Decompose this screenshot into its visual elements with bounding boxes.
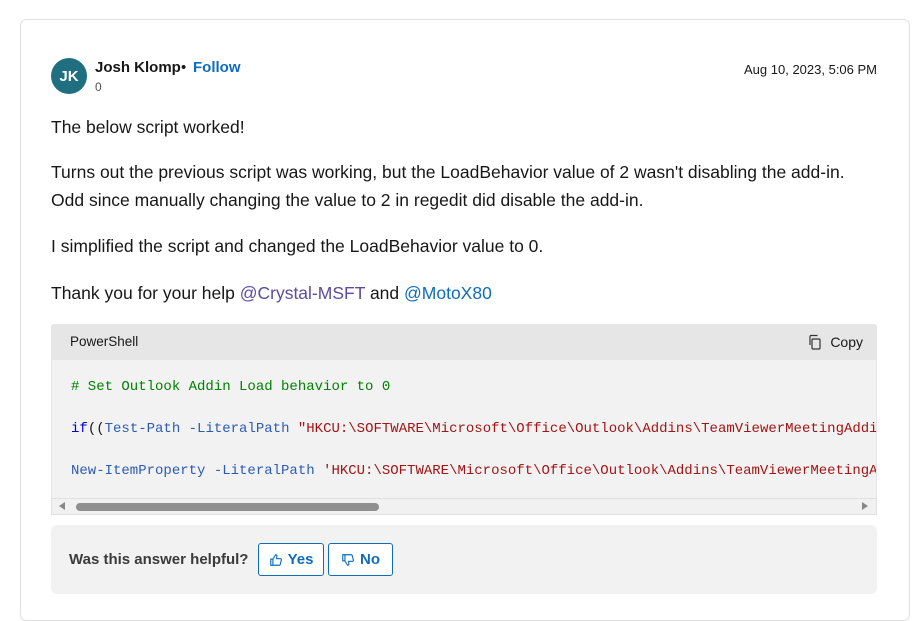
yes-button[interactable]: Yes <box>258 543 324 576</box>
feedback-question: Was this answer helpful? <box>69 551 249 568</box>
code-horizontal-scrollbar[interactable] <box>51 498 877 515</box>
code-command: Test-Path <box>104 421 181 437</box>
code-language-label: PowerShell <box>70 334 139 349</box>
code-block-header: PowerShell Copy <box>51 324 877 360</box>
scroll-left-arrow-icon[interactable] <box>59 502 65 510</box>
code-keyword: if <box>71 421 88 437</box>
no-label: No <box>360 551 380 568</box>
code-command: New-ItemProperty <box>71 463 206 479</box>
follow-button[interactable]: Follow <box>193 59 241 76</box>
no-button[interactable]: No <box>328 543 393 576</box>
code-parameter: -LiteralPath <box>180 421 298 437</box>
code-string: 'HKCU:\SOFTWARE\Microsoft\Office\Outlook… <box>323 463 877 479</box>
thanks-text: Thank you for your help <box>51 283 240 303</box>
feedback-panel: Was this answer helpful? Yes No <box>51 525 877 594</box>
copy-label: Copy <box>830 334 863 350</box>
author-name[interactable]: Josh Klomp <box>95 59 181 76</box>
thumbs-up-icon <box>269 553 282 566</box>
post-timestamp: Aug 10, 2023, 5:06 PM <box>744 62 877 77</box>
answer-paragraph: I simplified the script and changed the … <box>51 236 544 256</box>
code-line-if: if((Test-Path -LiteralPath "HKCU:\SOFTWA… <box>71 421 877 437</box>
mention-motox80[interactable]: @MotoX80 <box>404 283 492 303</box>
copy-button[interactable]: Copy <box>807 331 863 353</box>
answer-paragraph: Turns out the previous script was workin… <box>51 162 845 210</box>
code-punctuation: (( <box>87 421 105 437</box>
reputation-count: 0 <box>95 80 102 94</box>
scroll-right-arrow-icon[interactable] <box>862 502 868 510</box>
yes-label: Yes <box>287 551 314 568</box>
thanks-and-text: and <box>365 283 405 303</box>
avatar[interactable]: JK <box>51 58 87 94</box>
code-line-new-itemproperty: New-ItemProperty -LiteralPath 'HKCU:\SOF… <box>71 463 877 479</box>
scrollbar-thumb[interactable] <box>76 503 379 511</box>
separator-dot: • <box>181 59 187 76</box>
thumbs-down-icon <box>342 553 354 566</box>
thanks-paragraph: Thank you for your help @Crystal-MSFT an… <box>51 279 871 307</box>
code-block-body[interactable]: # Set Outlook Addin Load behavior to 0 i… <box>51 360 877 498</box>
code-string: "HKCU:\SOFTWARE\Microsoft\Office\Outlook… <box>297 421 877 437</box>
mention-crystal-msft[interactable]: @Crystal-MSFT <box>240 283 365 303</box>
answer-paragraph: The below script worked! <box>51 117 245 137</box>
code-line-comment: # Set Outlook Addin Load behavior to 0 <box>71 379 391 395</box>
copy-icon <box>809 334 821 350</box>
code-parameter: -LiteralPath <box>205 463 324 479</box>
